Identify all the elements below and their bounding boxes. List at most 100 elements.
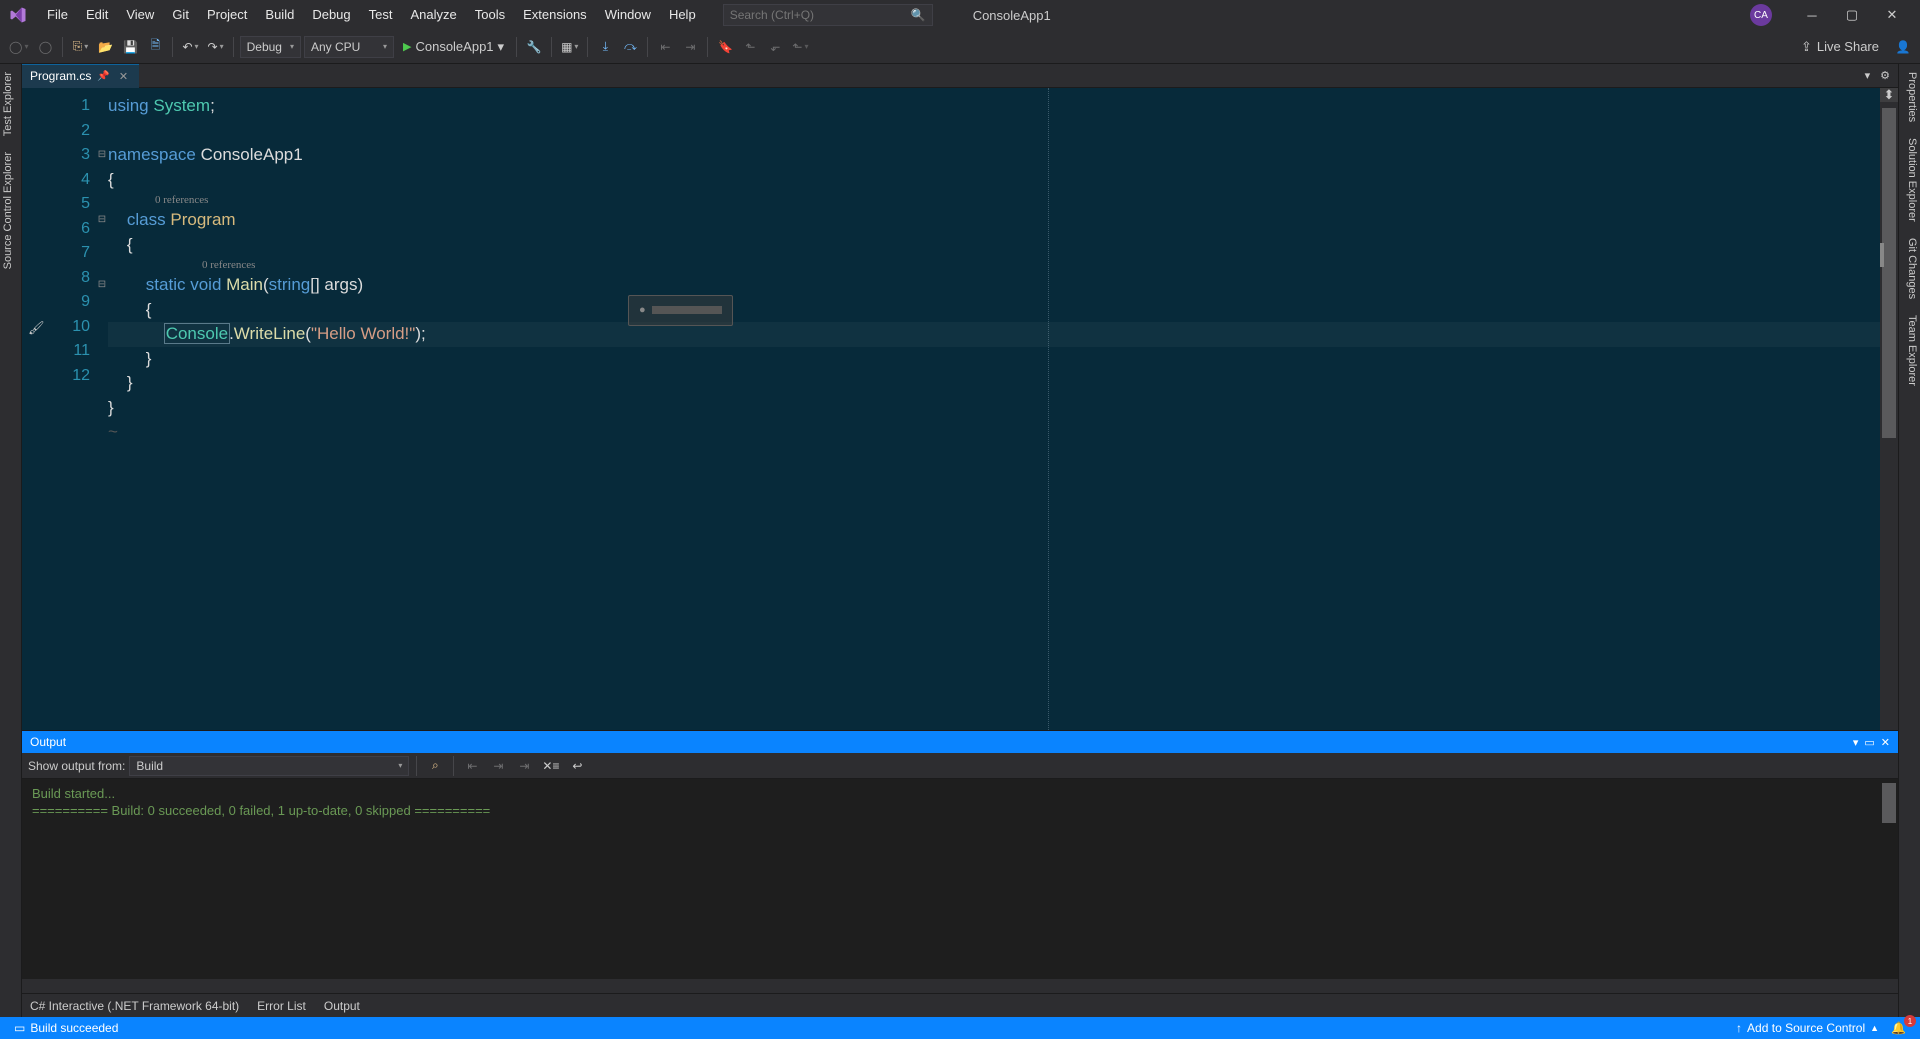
right-side-tabs: PropertiesSolution ExplorerGit ChangesTe… bbox=[1898, 64, 1920, 1017]
toolbar: ◯▾ ◯ ⎘▾ 📂 💾 🗎 ↶▾ ↷▾ Debug▾ Any CPU▾ ▶ Co… bbox=[0, 30, 1920, 64]
output-goto-button[interactable]: ⇥ bbox=[513, 755, 535, 777]
indent-right-button[interactable]: ⇥ bbox=[679, 36, 701, 58]
clear-bookmarks-button[interactable]: ⬑▾ bbox=[789, 36, 811, 58]
live-share-button[interactable]: ⇪ Live Share bbox=[1801, 39, 1879, 55]
code-area[interactable]: using System; namespace ConsoleApp1 { 0 … bbox=[108, 88, 1880, 730]
window-icon: ▭ bbox=[14, 1021, 25, 1035]
side-tab-team-explorer[interactable]: Team Explorer bbox=[1899, 307, 1920, 394]
inline-hint[interactable]: ● bbox=[628, 295, 733, 326]
start-debug-button[interactable]: ▶ ConsoleApp1▾ bbox=[397, 36, 510, 58]
side-tab-git-changes[interactable]: Git Changes bbox=[1899, 230, 1920, 307]
output-restore-button[interactable]: ▭ bbox=[1864, 736, 1874, 749]
menu-test[interactable]: Test bbox=[360, 0, 402, 30]
line-number: 5 bbox=[52, 192, 90, 217]
statusbar: ▭ Build succeeded ↑ Add to Source Contro… bbox=[0, 1017, 1920, 1039]
main-menu: FileEditViewGitProjectBuildDebugTestAnal… bbox=[38, 0, 705, 30]
line-number: 9 bbox=[52, 290, 90, 315]
search-icon: 🔍 bbox=[911, 8, 926, 22]
glyph-margin: 🖌 bbox=[22, 88, 52, 730]
menu-tools[interactable]: Tools bbox=[466, 0, 514, 30]
user-avatar[interactable]: CA bbox=[1750, 4, 1772, 26]
chevron-up-icon: ▲ bbox=[1870, 1023, 1879, 1033]
menu-build[interactable]: Build bbox=[256, 0, 303, 30]
search-box[interactable]: 🔍 bbox=[723, 4, 933, 26]
menu-edit[interactable]: Edit bbox=[77, 0, 117, 30]
maximize-button[interactable]: ▢ bbox=[1832, 0, 1872, 30]
tab-program-cs[interactable]: Program.cs 📌 ✕ bbox=[22, 64, 139, 88]
prev-bookmark-button[interactable]: ⬑ bbox=[739, 36, 761, 58]
output-dropdown-button[interactable]: ▾ bbox=[1853, 736, 1859, 749]
menu-file[interactable]: File bbox=[38, 0, 77, 30]
split-handle[interactable]: ⬍ bbox=[1880, 88, 1898, 102]
menu-view[interactable]: View bbox=[117, 0, 163, 30]
indent-left-button[interactable]: ⇤ bbox=[654, 36, 676, 58]
config-combo[interactable]: Debug▾ bbox=[240, 36, 301, 58]
menu-project[interactable]: Project bbox=[198, 0, 256, 30]
code-editor[interactable]: 🖌 123456789101112 ⊟ ⊟ ⊟ using System; na… bbox=[22, 88, 1898, 730]
bottom-tab-error[interactable]: Error List bbox=[255, 995, 308, 1017]
nav-back-button[interactable]: ◯▾ bbox=[6, 36, 31, 58]
side-tab-solution-explorer[interactable]: Solution Explorer bbox=[1899, 130, 1920, 230]
output-vscroll[interactable] bbox=[1882, 783, 1896, 823]
platform-combo[interactable]: Any CPU▾ bbox=[304, 36, 394, 58]
close-button[interactable]: ✕ bbox=[1872, 0, 1912, 30]
side-tab-test-explorer[interactable]: Test Explorer bbox=[0, 64, 21, 144]
minimize-button[interactable]: ─ bbox=[1792, 0, 1832, 30]
app-title: ConsoleApp1 bbox=[973, 8, 1051, 23]
output-close-button[interactable]: ✕ bbox=[1881, 736, 1890, 749]
side-tab-source-control-explorer[interactable]: Source Control Explorer bbox=[0, 144, 21, 277]
menu-window[interactable]: Window bbox=[596, 0, 660, 30]
bookmark-button[interactable]: 🔖 bbox=[714, 36, 736, 58]
output-next-button[interactable]: ⇥ bbox=[487, 755, 509, 777]
nav-forward-button[interactable]: ◯ bbox=[34, 36, 56, 58]
bottom-tab-c#[interactable]: C# Interactive (.NET Framework 64-bit) bbox=[28, 995, 241, 1017]
menu-help[interactable]: Help bbox=[660, 0, 705, 30]
output-header[interactable]: Output ▾ ▭ ✕ bbox=[22, 731, 1898, 753]
notifications-button[interactable]: 🔔 1 bbox=[1885, 1017, 1912, 1039]
output-body[interactable]: Build started...========== Build: 0 succ… bbox=[22, 779, 1898, 979]
build-status[interactable]: ▭ Build succeeded bbox=[8, 1017, 124, 1039]
output-wrap-button[interactable]: ↩ bbox=[566, 755, 588, 777]
menu-extensions[interactable]: Extensions bbox=[514, 0, 596, 30]
add-source-control[interactable]: ↑ Add to Source Control ▲ bbox=[1730, 1017, 1885, 1039]
tab-dropdown-button[interactable]: ▾ bbox=[1861, 67, 1875, 84]
codelens-ref[interactable]: 0 references bbox=[108, 192, 1880, 208]
output-line: ========== Build: 0 succeeded, 0 failed,… bbox=[32, 802, 1888, 819]
close-tab-button[interactable]: ✕ bbox=[116, 70, 131, 83]
output-clear-button[interactable]: ✕≡ bbox=[539, 755, 562, 777]
tab-settings-button[interactable]: ⚙ bbox=[1876, 67, 1894, 84]
save-all-button[interactable]: 🗎 bbox=[144, 36, 166, 58]
next-bookmark-button[interactable]: ⬐ bbox=[764, 36, 786, 58]
menu-git[interactable]: Git bbox=[163, 0, 198, 30]
menu-analyze[interactable]: Analyze bbox=[401, 0, 465, 30]
line-number: 12 bbox=[52, 364, 90, 389]
search-input[interactable] bbox=[730, 8, 911, 22]
output-find-button[interactable]: ⌕ bbox=[424, 755, 446, 777]
feedback-button[interactable]: 👤 bbox=[1892, 36, 1914, 58]
output-prev-button[interactable]: ⇤ bbox=[461, 755, 483, 777]
tb-btn-2[interactable]: ▦▾ bbox=[558, 36, 581, 58]
pin-icon[interactable]: 📌 bbox=[97, 71, 109, 82]
editor-vscroll[interactable]: ⬍ bbox=[1880, 88, 1898, 730]
open-file-button[interactable]: 📂 bbox=[94, 36, 116, 58]
redo-button[interactable]: ↷▾ bbox=[205, 36, 227, 58]
output-hscroll[interactable] bbox=[22, 979, 1898, 993]
output-line: Build started... bbox=[32, 785, 1888, 802]
step-over-button[interactable]: ⤼ bbox=[619, 36, 641, 58]
line-number: 8 bbox=[52, 266, 90, 291]
fold-column[interactable]: ⊟ ⊟ ⊟ bbox=[96, 88, 108, 730]
bottom-tab-output[interactable]: Output bbox=[322, 995, 362, 1017]
codelens-ref[interactable]: 0 references bbox=[108, 257, 1880, 273]
line-number: 2 bbox=[52, 119, 90, 144]
step-into-button[interactable]: ⤓ bbox=[594, 36, 616, 58]
screwdriver-icon[interactable]: 🖌 bbox=[28, 320, 45, 336]
output-source-combo[interactable]: Build▾ bbox=[129, 756, 409, 776]
line-number: 11 bbox=[52, 339, 90, 364]
undo-button[interactable]: ↶▾ bbox=[179, 36, 201, 58]
tb-btn-1[interactable]: 🔧 bbox=[523, 36, 545, 58]
save-button[interactable]: 💾 bbox=[119, 36, 141, 58]
side-tab-properties[interactable]: Properties bbox=[1899, 64, 1920, 130]
line-number: 10 bbox=[52, 315, 90, 340]
new-project-button[interactable]: ⎘▾ bbox=[69, 36, 91, 58]
menu-debug[interactable]: Debug bbox=[303, 0, 359, 30]
